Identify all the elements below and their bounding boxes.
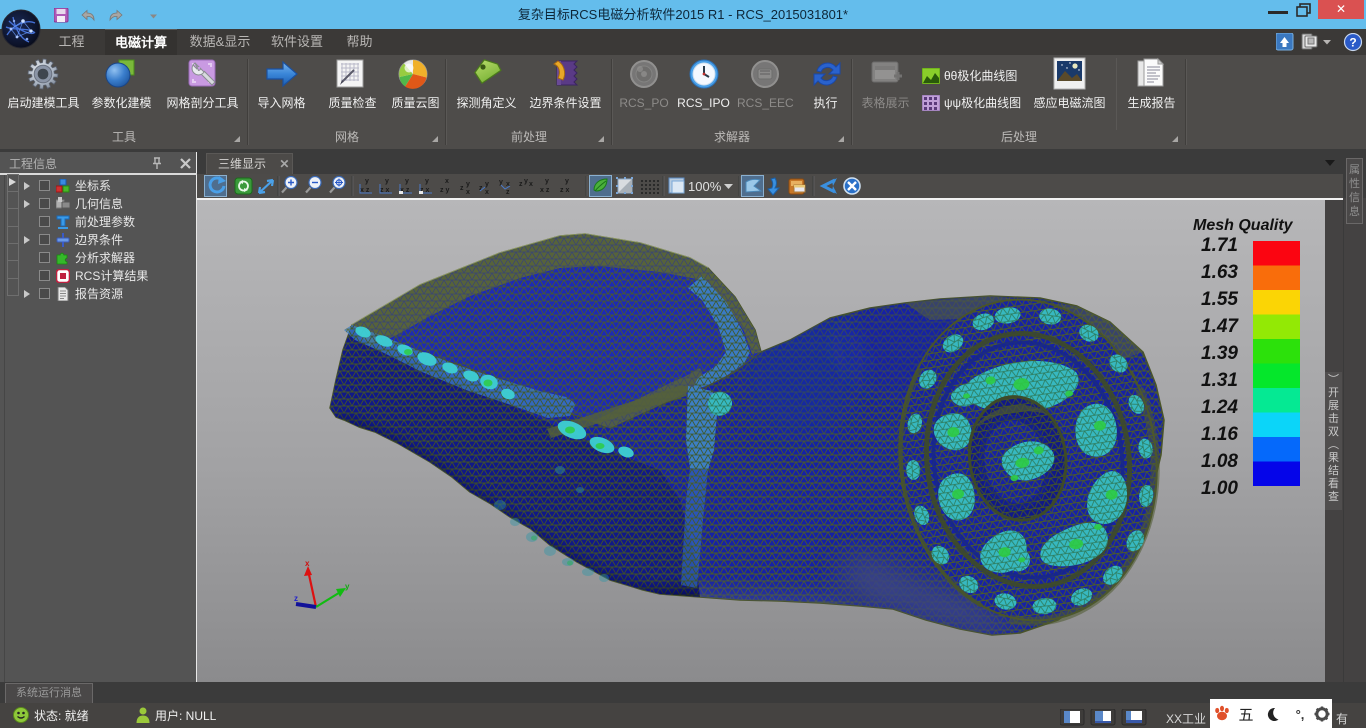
svg-text:z: z [519,181,523,188]
svg-text:1.08: 1.08 [1201,451,1238,472]
svg-text:z: z [460,185,464,192]
svg-text:z: z [506,189,510,196]
svg-text:1.16: 1.16 [1201,424,1238,445]
svg-text:y: y [365,178,369,185]
svg-text:1.24: 1.24 [1201,397,1238,418]
svg-text:y: y [466,181,470,188]
svg-text:x: x [485,189,489,196]
svg-text:z: z [294,594,298,603]
svg-text:y: y [485,181,489,188]
svg-text:100%: 100% [688,179,722,194]
svg-text:1.47: 1.47 [1201,316,1239,337]
svg-text:y: y [545,178,549,185]
svg-text:?: ? [1349,36,1356,50]
svg-text:y: y [385,178,389,185]
svg-text:°,: °, [1296,707,1305,722]
svg-text:Mesh Quality: Mesh Quality [1193,217,1294,234]
svg-text:1.31: 1.31 [1201,370,1238,391]
svg-text:y: y [565,178,569,185]
svg-text:y: y [345,582,350,591]
svg-text:z y: z y [440,187,449,194]
svg-text:五: 五 [1238,707,1253,724]
svg-text:1.39: 1.39 [1201,343,1238,364]
svg-text:1.63: 1.63 [1201,262,1238,283]
svg-text:y: y [425,178,429,185]
svg-text:x: x [305,559,310,568]
svg-text:z x: z x [560,187,569,194]
svg-text:x: x [466,189,470,196]
svg-text:y: y [405,178,409,185]
svg-text:1.55: 1.55 [1201,289,1238,310]
svg-text:x: x [529,181,533,188]
svg-text:x: x [445,178,449,185]
svg-text:y: y [524,178,528,185]
svg-text:1.71: 1.71 [1201,235,1238,256]
svg-text:x z: x z [540,187,550,194]
svg-text:y: y [499,179,503,186]
svg-text:1.00: 1.00 [1201,478,1238,499]
